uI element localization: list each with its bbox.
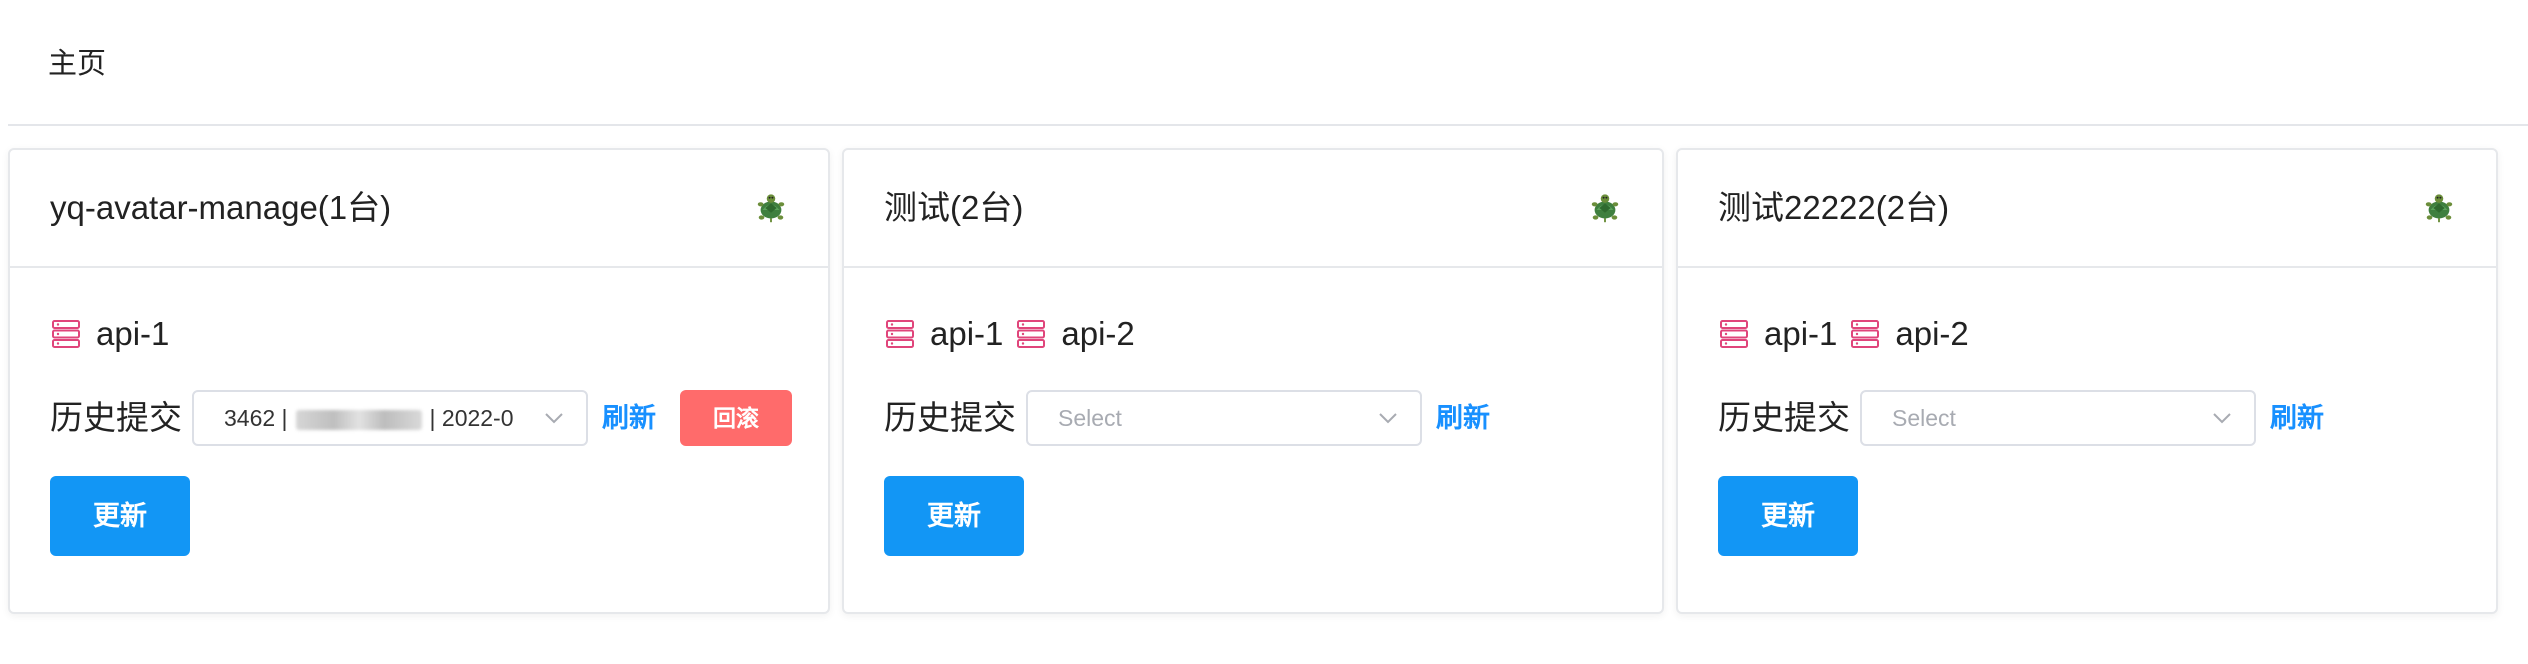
history-label: 历史提交 — [1718, 399, 1850, 436]
card-header: 测试22222(2台) — [1678, 150, 2496, 268]
card-header: 测试(2台) — [844, 150, 1662, 268]
turtle-icon — [754, 192, 788, 226]
project-card: 测试(2台) api-1 api-2 历史提交 Select 刷新 更新 — [842, 148, 1664, 614]
rollback-button[interactable]: 回滚 — [680, 390, 792, 446]
server-label: api-1 — [930, 315, 1004, 352]
server-item: api-1 — [50, 312, 169, 356]
commit-id: 3462 | — [224, 405, 288, 431]
server-icon — [1849, 318, 1881, 350]
card-header: yq-avatar-manage(1台) — [10, 150, 828, 268]
server-list: api-1 — [50, 312, 181, 356]
card-title: yq-avatar-manage(1台) — [50, 189, 392, 226]
server-icon — [50, 318, 82, 350]
server-item: api-1 — [1718, 312, 1837, 356]
chevron-down-icon — [544, 411, 564, 425]
server-item: api-2 — [1849, 312, 1969, 356]
commit-date: | 2022-0 — [429, 405, 514, 431]
history-row: 历史提交 Select 刷新 — [884, 388, 1490, 448]
chevron-down-icon — [2212, 411, 2232, 425]
history-label: 历史提交 — [884, 399, 1016, 436]
update-button[interactable]: 更新 — [884, 476, 1024, 556]
history-row: 历史提交 3462 | | 2022-0 刷新 回滚 — [50, 388, 792, 448]
server-item: api-2 — [1015, 312, 1135, 356]
server-label: api-1 — [96, 315, 170, 352]
turtle-icon — [2422, 192, 2456, 226]
card-title: 测试(2台) — [884, 189, 1024, 226]
project-card: 测试22222(2台) api-1 api-2 历史提交 Select 刷新 更… — [1676, 148, 2498, 614]
page-header: 主页 — [8, 0, 2528, 126]
server-list: api-1 api-2 — [1718, 312, 1981, 356]
server-icon — [1718, 318, 1750, 350]
server-label: api-2 — [1895, 315, 1969, 352]
history-label: 历史提交 — [50, 399, 182, 436]
server-label: api-1 — [1764, 315, 1838, 352]
server-icon — [1015, 318, 1047, 350]
server-item: api-1 — [884, 312, 1003, 356]
redacted-author — [295, 409, 422, 430]
turtle-icon — [1588, 192, 1622, 226]
card-title: 测试22222(2台) — [1718, 189, 1950, 226]
history-row: 历史提交 Select 刷新 — [1718, 388, 2324, 448]
history-commit-select[interactable]: 3462 | | 2022-0 — [192, 390, 588, 446]
update-button[interactable]: 更新 — [1718, 476, 1858, 556]
refresh-link[interactable]: 刷新 — [2270, 398, 2324, 438]
server-list: api-1 api-2 — [884, 312, 1147, 356]
server-label: api-2 — [1061, 315, 1135, 352]
history-commit-select[interactable]: Select — [1860, 390, 2256, 446]
history-commit-select[interactable]: Select — [1026, 390, 1422, 446]
select-placeholder: Select — [1892, 405, 1956, 431]
refresh-link[interactable]: 刷新 — [1436, 398, 1490, 438]
refresh-link[interactable]: 刷新 — [602, 398, 656, 438]
server-icon — [884, 318, 916, 350]
select-placeholder: Select — [1058, 405, 1122, 431]
project-card: yq-avatar-manage(1台) api-1 历史提交 3462 | | … — [8, 148, 830, 614]
page-title: 主页 — [48, 48, 107, 80]
chevron-down-icon — [1378, 411, 1398, 425]
project-cards: yq-avatar-manage(1台) api-1 历史提交 3462 | | … — [0, 148, 2528, 616]
select-value: 3462 | | 2022-0 — [224, 392, 526, 444]
update-button[interactable]: 更新 — [50, 476, 190, 556]
